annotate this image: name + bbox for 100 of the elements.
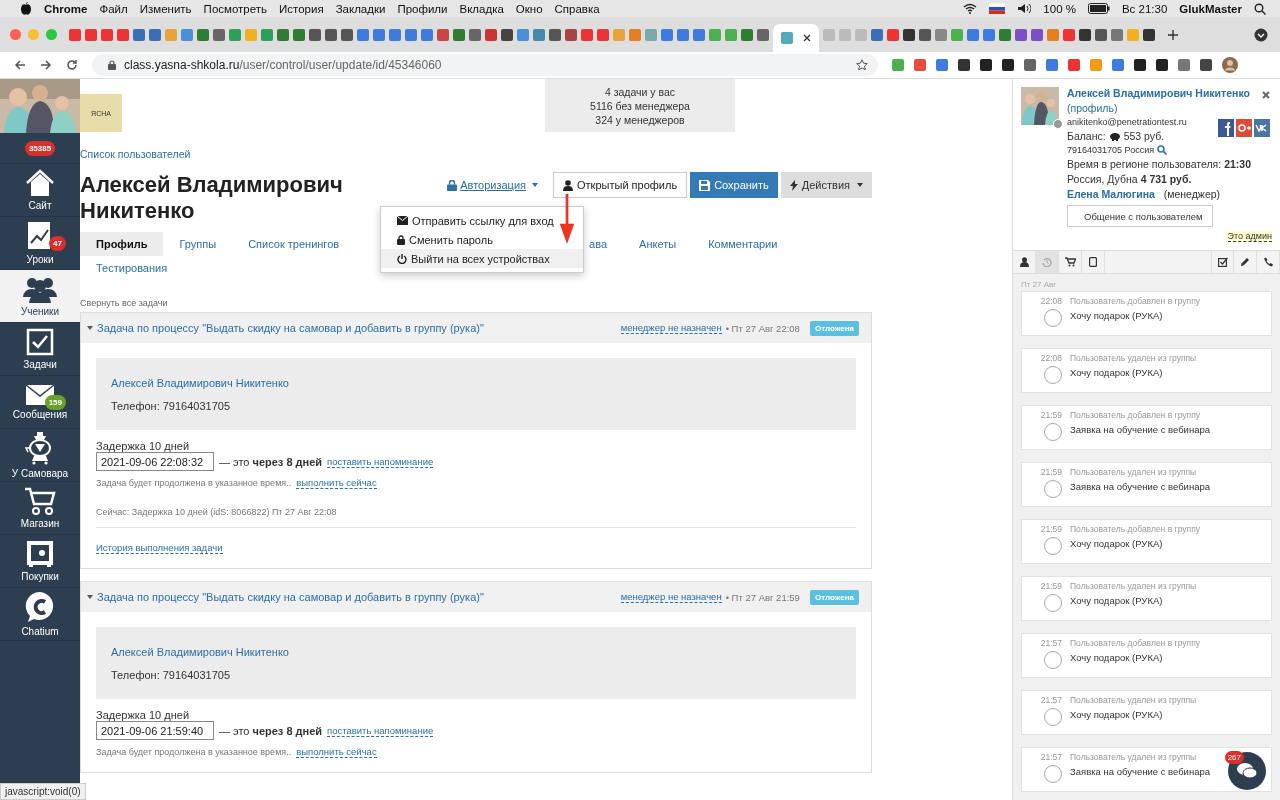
back-icon[interactable]	[14, 59, 26, 71]
chat-button[interactable]: Общение с пользователем	[1067, 205, 1213, 227]
sidebar-item[interactable]: У Самовара	[0, 429, 80, 482]
breadcrumb-link[interactable]: Список пользователей	[80, 148, 872, 160]
action-button[interactable]: Сохранить	[690, 172, 778, 198]
reminder-link[interactable]: поставить напоминание	[327, 455, 434, 468]
social-icon[interactable]	[1254, 119, 1270, 137]
datetime-field[interactable]: 2021-09-06 21:59:40	[96, 721, 214, 740]
menu-item[interactable]: Посмотреть	[203, 2, 267, 15]
favicon-icon[interactable]	[1015, 28, 1027, 41]
reminder-link[interactable]: поставить напоминание	[327, 724, 434, 737]
favicon-icon[interactable]	[501, 28, 513, 41]
tab-search-icon[interactable]	[1254, 27, 1268, 42]
battery-icon[interactable]	[1087, 3, 1110, 14]
favicon-icon[interactable]	[565, 28, 577, 41]
wifi-icon[interactable]	[963, 3, 978, 14]
menu-item[interactable]: Сменить пароль	[381, 230, 509, 249]
tab[interactable]: Комментарии	[692, 232, 794, 256]
search-icon[interactable]	[1254, 2, 1266, 15]
extension-icon[interactable]	[1134, 59, 1146, 71]
sidebar-item[interactable]: Сообщения 159	[0, 376, 80, 429]
user-name[interactable]: GlukMaster	[1179, 2, 1242, 15]
lock-icon[interactable]	[108, 60, 116, 70]
sidebar-item[interactable]: Покупки	[0, 535, 80, 588]
favicon-icon[interactable]	[549, 28, 561, 41]
extension-icon[interactable]	[1002, 59, 1014, 71]
tab[interactable]: Группы	[163, 232, 233, 256]
sidebar-item[interactable]: Chatium	[0, 588, 80, 641]
address-bar[interactable]: class.yasna-shkola.ru/user/control/user/update/id/45346060	[92, 54, 878, 76]
tab[interactable]: Тестирования	[80, 256, 184, 280]
menu-item[interactable]: История	[279, 2, 324, 15]
notification-counter[interactable]: 35385	[24, 140, 56, 156]
manager-link[interactable]: менеджер не назначен	[620, 322, 722, 334]
sidebar-item[interactable]: Задачи	[0, 323, 80, 376]
favicon-icon[interactable]	[1095, 28, 1107, 41]
extension-icon[interactable]	[958, 59, 970, 71]
favicon-icon[interactable]	[469, 28, 481, 41]
menu-item[interactable]: Закладки	[335, 2, 386, 15]
house-icon	[25, 169, 55, 197]
forward-icon[interactable]	[40, 59, 52, 71]
favicon-icon[interactable]	[341, 28, 353, 41]
action-button[interactable]: Действия	[780, 172, 872, 198]
menu-item[interactable]: Изменить	[139, 2, 192, 15]
favicon-icon[interactable]	[1031, 28, 1043, 41]
avatar-icon[interactable]	[1222, 57, 1238, 73]
menu-item[interactable]: Файл	[99, 2, 128, 15]
close-icon[interactable]	[1262, 91, 1270, 99]
task-title-link[interactable]: Задача по процессу "Выдать скидку на самовар и добавить в группу (рука)"	[87, 591, 484, 603]
app-name[interactable]: Chrome	[44, 2, 88, 15]
sidebar-item[interactable]: Магазин	[0, 482, 80, 535]
reload-icon[interactable]	[66, 59, 78, 71]
flag-icon[interactable]	[989, 3, 1006, 14]
menu-item[interactable]: Выйти на всех устройствах	[381, 249, 583, 268]
manager-link[interactable]: менеджер не назначен	[620, 591, 722, 603]
event-type: Пользователь добавлен в группу	[1070, 296, 1200, 306]
favicon-icon[interactable]	[1079, 28, 1091, 41]
new-tab-icon[interactable]	[1167, 28, 1179, 41]
close-window-icon[interactable]	[10, 29, 21, 40]
apple-icon[interactable]	[20, 1, 32, 16]
tab[interactable]: Список тренингов	[232, 232, 356, 256]
social-icon[interactable]	[1236, 119, 1252, 137]
volume-icon[interactable]	[1017, 3, 1032, 14]
favicon-icon[interactable]	[757, 28, 769, 41]
extension-icon[interactable]	[1024, 59, 1036, 71]
tab[interactable]: Профиль	[80, 232, 164, 256]
tab[interactable]: Анкеты	[623, 232, 693, 256]
user-name-link[interactable]: Алексей Владимирович Никитенко	[1067, 87, 1252, 99]
datetime-field[interactable]: 2021-09-06 22:08:32	[96, 452, 214, 471]
sidebar-item[interactable]: Сайт	[0, 164, 80, 217]
extension-icon[interactable]	[1200, 59, 1212, 71]
favicon-icon[interactable]	[1143, 28, 1155, 41]
collapse-all-link[interactable]: Свернуть все задачи	[80, 298, 872, 308]
social-icon[interactable]	[1218, 119, 1234, 137]
contact-name-link[interactable]: Алексей Владимирович Никитенко	[111, 645, 856, 658]
action-button[interactable]: Открытый профиль	[553, 172, 688, 198]
profile-link[interactable]: (профиль)	[1067, 102, 1252, 114]
stats-line: 4 задачи у вас	[604, 85, 676, 98]
favicon-icon[interactable]	[325, 28, 337, 41]
extension-icon[interactable]	[980, 59, 992, 71]
close-icon[interactable]	[803, 34, 811, 42]
favicon-icon[interactable]	[919, 28, 931, 41]
favicon-icon[interactable]	[213, 28, 225, 41]
panel-tab[interactable]	[1211, 251, 1234, 273]
favicon-icon[interactable]	[309, 28, 321, 41]
menu-item[interactable]: Профили	[397, 2, 448, 15]
favicon-icon[interactable]	[903, 28, 915, 41]
history-link[interactable]: История выполнения задачи	[96, 542, 223, 554]
clock[interactable]: Вс 21:30	[1121, 2, 1168, 15]
menu-item[interactable]: Окно	[515, 2, 543, 15]
sidebar-item[interactable]: Ученики	[0, 270, 80, 323]
star-icon[interactable]	[856, 59, 868, 71]
manager-link[interactable]: Елена Малюгина	[1067, 188, 1155, 200]
menu-item[interactable]: Справка	[554, 2, 600, 15]
run-now-link[interactable]: выполнить сейчас	[296, 477, 377, 489]
task-title-link[interactable]: Задача по процессу "Выдать скидку на самовар и добавить в группу (рука)"	[87, 322, 484, 334]
authorization-link[interactable]: Авторизация	[447, 179, 538, 191]
menu-item[interactable]: Вкладка	[459, 2, 504, 15]
extension-icon[interactable]	[1156, 59, 1168, 71]
run-now-link[interactable]: выполнить сейчас	[296, 746, 377, 758]
contact-name-link[interactable]: Алексей Владимирович Никитенко	[111, 376, 856, 389]
